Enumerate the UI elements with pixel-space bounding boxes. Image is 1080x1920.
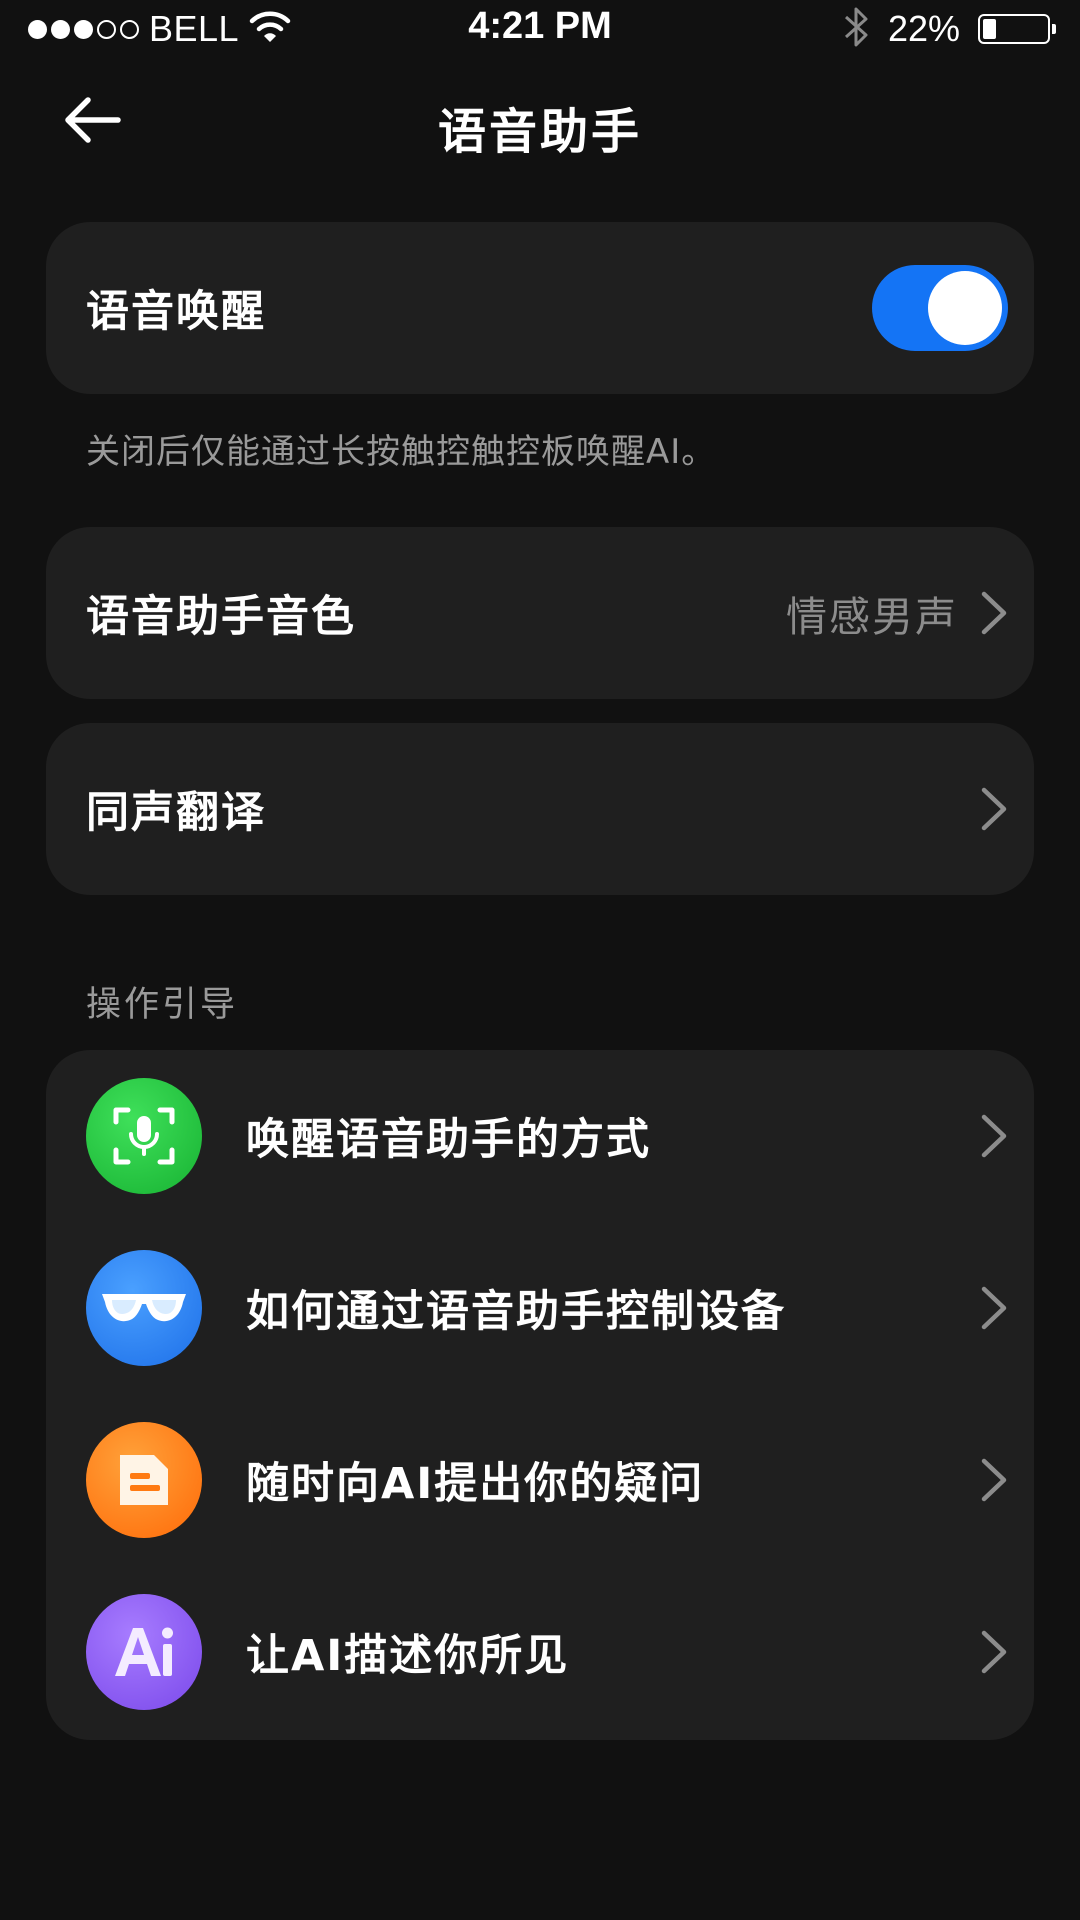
status-right: 22%	[842, 5, 1056, 53]
translation-card[interactable]: 同声翻译	[46, 723, 1034, 895]
toggle-knob	[928, 271, 1002, 345]
chevron-right-icon	[981, 1286, 1007, 1330]
voice-wake-card: 语音唤醒	[46, 222, 1034, 394]
voice-timbre-value: 情感男声	[786, 593, 958, 641]
guide-item-control-device[interactable]: 如何通过语音助手控制设备	[46, 1222, 1034, 1394]
ai-icon	[86, 1594, 202, 1710]
guide-item-label: 如何通过语音助手控制设备	[246, 1287, 786, 1337]
nav-bar: 语音助手	[0, 70, 1080, 170]
status-bar: BELL 4:21 PM 22%	[0, 0, 1080, 58]
voice-wake-note: 关闭后仅能通过长按触控触控板唤醒AI。	[86, 432, 717, 472]
guide-section-title: 操作引导	[86, 985, 239, 1025]
voice-timbre-label: 语音助手音色	[86, 592, 356, 642]
document-icon	[86, 1422, 202, 1538]
voice-wake-toggle[interactable]	[872, 265, 1008, 351]
translation-label: 同声翻译	[86, 788, 266, 838]
voice-wake-label: 语音唤醒	[86, 287, 266, 337]
guide-item-label: 唤醒语音助手的方式	[246, 1115, 651, 1165]
guide-item-label: 随时向AI提出你的疑问	[246, 1459, 705, 1509]
chevron-right-icon	[981, 787, 1007, 831]
battery-level-fill	[983, 19, 997, 39]
battery-percent: 22%	[887, 8, 960, 49]
translation-row[interactable]: 同声翻译	[46, 723, 1034, 895]
chevron-right-icon	[981, 591, 1007, 635]
guide-card: 唤醒语音助手的方式 如何通过语音助手控制设备 随时向AI提出你的疑问 让AI描述…	[46, 1050, 1034, 1740]
voice-timbre-card[interactable]: 语音助手音色 情感男声	[46, 527, 1034, 699]
voice-wake-row: 语音唤醒	[46, 222, 1034, 394]
guide-item-wake-methods[interactable]: 唤醒语音助手的方式	[46, 1050, 1034, 1222]
chevron-right-icon	[981, 1630, 1007, 1674]
guide-item-label: 让AI描述你所见	[246, 1631, 570, 1681]
bluetooth-icon	[842, 5, 870, 53]
guide-item-ask-ai[interactable]: 随时向AI提出你的疑问	[46, 1394, 1034, 1566]
page-title: 语音助手	[437, 104, 642, 160]
glasses-icon	[86, 1250, 202, 1366]
chevron-right-icon	[981, 1114, 1007, 1158]
voice-timbre-row[interactable]: 语音助手音色 情感男声	[46, 527, 1034, 699]
chevron-right-icon	[981, 1458, 1007, 1502]
battery-icon	[978, 14, 1056, 44]
voice-scan-mic-icon	[86, 1078, 202, 1194]
guide-item-describe-view[interactable]: 让AI描述你所见	[46, 1566, 1034, 1738]
